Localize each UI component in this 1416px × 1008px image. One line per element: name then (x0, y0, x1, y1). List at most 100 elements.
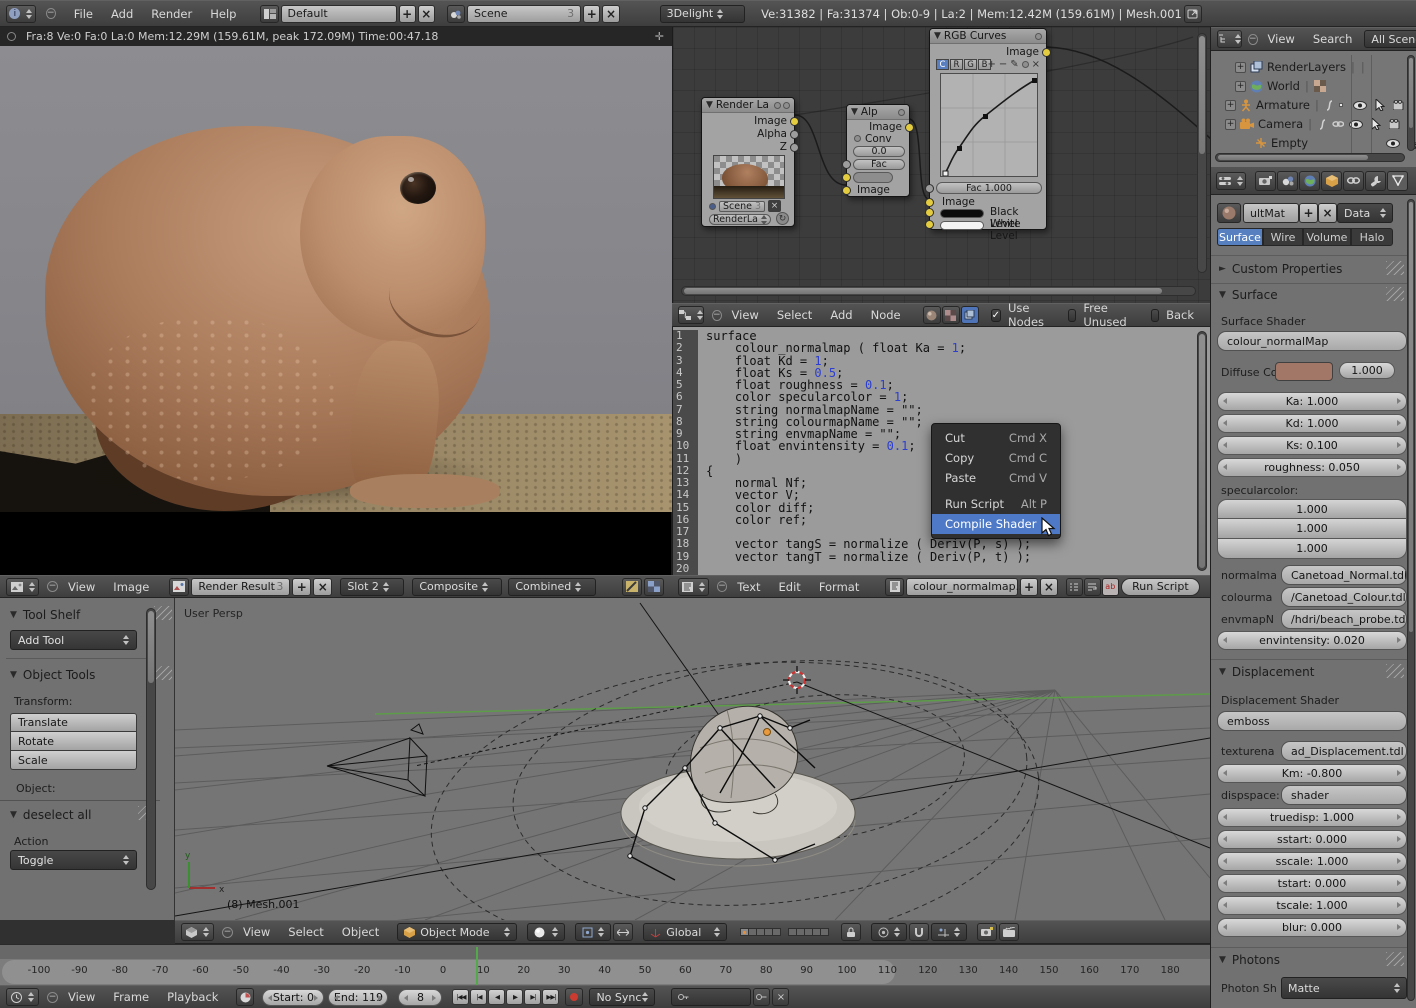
menu-image[interactable]: Image (105, 580, 157, 594)
alpha-node[interactable]: ▼Alp Image Conv 0.0 Fac Image (846, 104, 910, 197)
node-scene-field[interactable]: Scene 3 (719, 201, 765, 212)
play-button[interactable]: ▶ (506, 989, 523, 1005)
orientation-dropdown[interactable]: Global (643, 923, 727, 941)
outliner-hscrollbar[interactable] (1215, 153, 1405, 162)
paint-mode-icon[interactable] (622, 578, 642, 596)
collapse-menus-icon[interactable]: − (222, 927, 233, 938)
layout-delete-button[interactable]: × (418, 5, 435, 23)
renderable-camera-icon[interactable] (1389, 119, 1402, 129)
renderable-camera-icon[interactable] (1393, 100, 1406, 110)
display-scope-dropdown[interactable]: All Scene (1364, 30, 1416, 48)
color-input-socket[interactable] (842, 173, 851, 182)
visibility-eye-icon[interactable] (1353, 101, 1367, 110)
menu-select[interactable]: Select (769, 308, 820, 322)
preview-range-icon[interactable] (236, 988, 254, 1006)
alpha-checker-icon[interactable] (644, 578, 664, 596)
free-unused-checkbox[interactable] (1068, 309, 1076, 322)
preview-icon[interactable] (783, 102, 790, 109)
outliner-vscrollbar[interactable] (1407, 55, 1415, 151)
kd-slider[interactable]: Kd: 1.000 (1217, 414, 1407, 433)
text-add-button[interactable]: + (1020, 578, 1038, 596)
node-editor[interactable]: ▼Render La Image Alpha Z Scene 3 × Rende… (672, 27, 1210, 303)
record-button[interactable] (565, 988, 583, 1006)
dispspace-field[interactable]: shader (1281, 785, 1407, 805)
menu-frame[interactable]: Frame (105, 990, 157, 1004)
proportional-edit-dropdown[interactable] (871, 923, 907, 941)
material-nodes-icon[interactable] (923, 306, 941, 324)
editor-type-info-button[interactable]: i (6, 5, 36, 23)
tab-constraints-icon[interactable] (1343, 171, 1364, 191)
current-frame-marker[interactable] (476, 947, 478, 985)
white-level-swatch[interactable] (940, 221, 984, 230)
menu-edit[interactable]: Edit (771, 580, 809, 594)
convert-radio-icon[interactable] (854, 135, 861, 142)
ka-slider[interactable]: Ka: 1.000 (1217, 392, 1407, 411)
colourmap-field[interactable]: /Canetoad_Colour.tdl (1281, 587, 1407, 607)
premul-value[interactable]: 0.0 (853, 146, 905, 157)
screen-layout-icon[interactable] (260, 5, 278, 23)
slot-dropdown[interactable]: Slot 2 (340, 578, 404, 596)
pivot-dropdown[interactable] (575, 923, 611, 941)
manipulator-toggle-icon[interactable] (613, 923, 633, 941)
km-slider[interactable]: Km: -0.800 (1217, 764, 1407, 783)
menu-view[interactable]: View (60, 580, 103, 594)
sscale-slider[interactable]: sscale: 1.000 (1217, 852, 1407, 871)
surface-shader-name-field[interactable]: colour_normalMap (1217, 331, 1407, 351)
menu-text[interactable]: Text (729, 580, 768, 594)
node-vscrollbar[interactable] (1197, 33, 1207, 273)
expand-icon[interactable]: + (1225, 100, 1236, 111)
diffuse-value-field[interactable]: 1.000 (1339, 362, 1395, 379)
tstart-slider[interactable]: tstart: 0.000 (1217, 874, 1407, 893)
keying-set-field[interactable] (671, 988, 751, 1006)
menu-view[interactable]: View (1260, 32, 1303, 46)
menu-add[interactable]: Add (822, 308, 860, 322)
text-vscrollbar[interactable] (1197, 331, 1207, 571)
tab-scene-icon[interactable] (1277, 171, 1298, 191)
scene-add-button[interactable]: + (583, 5, 600, 23)
tab-surface[interactable]: Surface (1217, 228, 1263, 246)
menu-node[interactable]: Node (863, 308, 909, 322)
tools-icon[interactable]: ✎ (1010, 59, 1018, 70)
layer-dropdown[interactable]: Composite (412, 578, 502, 596)
collapse-menus-icon[interactable]: − (717, 581, 727, 592)
photon-shader-dropdown[interactable]: Matte (1281, 977, 1407, 999)
fac-slider[interactable]: Fac (853, 159, 905, 170)
fac-input-socket[interactable] (842, 160, 851, 169)
render-engine-dropdown[interactable]: 3Delight (660, 5, 746, 23)
roughness-slider[interactable]: roughness: 0.050 (1217, 458, 1407, 477)
tool-shelf-panel-header[interactable]: ▼Tool Shelf (10, 608, 80, 622)
visibility-eye-icon[interactable] (1386, 139, 1400, 148)
image-input-socket[interactable] (842, 186, 851, 195)
collapse-menus-icon[interactable]: − (712, 310, 722, 321)
material-name-field[interactable]: ultMat (1243, 203, 1299, 223)
mode-dropdown[interactable]: Object Mode (397, 923, 517, 941)
tscale-slider[interactable]: tscale: 1.000 (1217, 896, 1407, 915)
material-add-button[interactable]: + (1299, 203, 1318, 223)
current-frame-field[interactable]: 8 (398, 989, 442, 1006)
sstart-slider[interactable]: sstart: 0.000 (1217, 830, 1407, 849)
photons-panel-header[interactable]: ▼Photons (1219, 953, 1280, 967)
clock-icon[interactable] (774, 102, 781, 109)
use-nodes-checkbox[interactable]: ✓ (991, 309, 1001, 322)
material-delete-button[interactable]: × (1318, 203, 1337, 223)
action-dropdown[interactable]: Toggle (10, 850, 137, 870)
menu-view[interactable]: View (60, 990, 103, 1004)
snap-element-dropdown[interactable] (931, 923, 967, 941)
editor-type-outliner-button[interactable] (1217, 30, 1242, 48)
expand-icon[interactable]: + (1235, 81, 1246, 92)
tab-render-icon[interactable] (1255, 171, 1276, 191)
region-plus-icon[interactable]: ✛ (655, 30, 664, 43)
render-opengl-icon[interactable] (977, 923, 997, 941)
fac-input-socket[interactable] (925, 184, 934, 193)
layer-grid-1[interactable] (741, 928, 781, 936)
z-output-socket[interactable] (790, 143, 799, 152)
normalmap-field[interactable]: Canetoad_Normal.tdl (1281, 565, 1407, 585)
rotate-button[interactable]: Rotate (10, 732, 137, 751)
channel-g-button[interactable]: G (964, 59, 977, 70)
image-output-socket[interactable] (790, 117, 799, 126)
end-frame-field[interactable]: End: 119 (328, 989, 388, 1006)
outliner-item-armature[interactable]: + Armature| (1225, 97, 1406, 113)
translate-button[interactable]: Translate (10, 713, 137, 732)
tab-wire[interactable]: Wire (1263, 228, 1303, 246)
properties-scrollbar[interactable] (1407, 199, 1415, 1001)
